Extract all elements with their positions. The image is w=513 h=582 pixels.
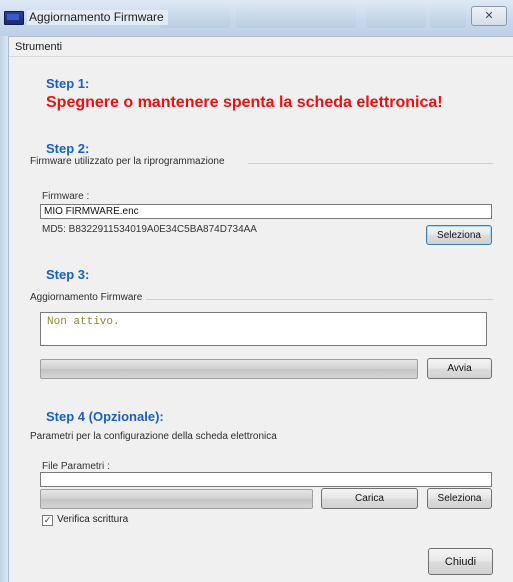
step3-group-label: Aggiornamento Firmware	[30, 292, 143, 303]
app-icon	[4, 11, 24, 25]
window-frame-left	[0, 36, 9, 582]
menu-item-strumenti[interactable]: Strumenti	[15, 41, 62, 53]
params-select-button[interactable]: Seleziona	[427, 488, 492, 509]
md5-text: MD5: B8322911534019A0E34C5BA874D734AA	[42, 224, 257, 235]
blurred-taskbar-item	[430, 6, 466, 28]
window-title: Aggiornamento Firmware	[27, 10, 168, 25]
step1-title: Step 1:	[46, 76, 90, 91]
step2-title: Step 2:	[46, 141, 90, 156]
firmware-field[interactable]: MIO FIRMWARE.enc	[40, 204, 492, 219]
menu-bar: Strumenti	[9, 38, 513, 57]
step2-group-divider	[248, 163, 493, 164]
load-button[interactable]: Carica	[321, 488, 418, 509]
step3-group-divider	[146, 299, 493, 300]
step4-group-label: Parametri per la configurazione della sc…	[30, 431, 277, 442]
params-field[interactable]	[40, 472, 492, 487]
close-icon[interactable]: ✕	[471, 6, 507, 26]
firmware-progress-bar	[40, 359, 418, 379]
blurred-taskbar-item	[236, 6, 356, 28]
params-label: File Parametri :	[42, 461, 110, 472]
blurred-taskbar-item	[366, 6, 426, 28]
firmware-select-button[interactable]: Seleziona	[426, 225, 492, 245]
params-progress-bar	[40, 489, 313, 509]
step2-group-label: Firmware utilizzato per la riprogrammazi…	[30, 156, 225, 167]
step3-title: Step 3:	[46, 267, 90, 282]
verify-checkbox[interactable]: ✓	[42, 515, 53, 526]
step4-title: Step 4 (Opzionale):	[46, 409, 164, 424]
start-button[interactable]: Avvia	[427, 358, 492, 379]
step1-warning: Spegnere o mantenere spenta la scheda el…	[46, 94, 443, 111]
title-bar: Aggiornamento Firmware ✕	[0, 0, 513, 37]
close-button[interactable]: Chiudi	[428, 548, 493, 575]
blurred-taskbar-item	[160, 6, 230, 28]
verify-checkbox-label[interactable]: Verifica scrittura	[57, 514, 128, 525]
firmware-label: Firmware :	[42, 191, 90, 202]
update-status-box: Non attivo.	[40, 312, 487, 346]
